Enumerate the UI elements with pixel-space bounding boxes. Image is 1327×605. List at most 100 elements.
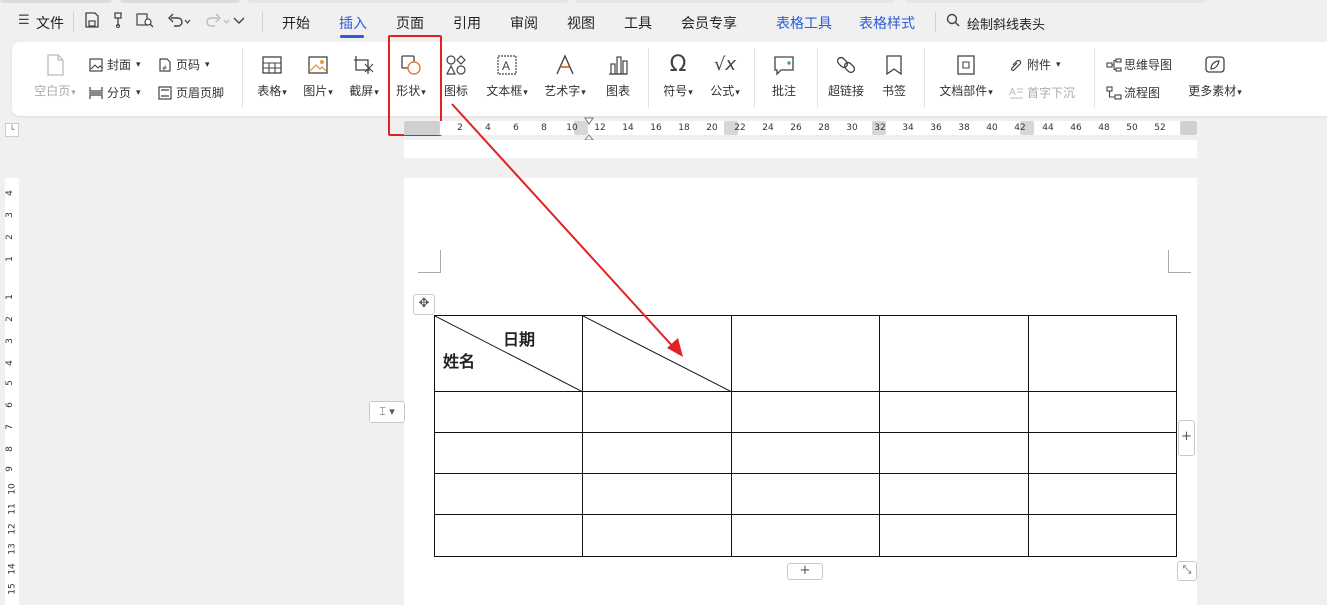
ruler-tick: 9	[4, 466, 15, 472]
ruler-tick: 13	[7, 543, 18, 555]
blank-page-label: 空白页	[34, 84, 71, 98]
table-cell[interactable]	[731, 473, 880, 515]
doc-parts-icon	[954, 54, 978, 76]
print-preview-icon[interactable]	[136, 12, 154, 32]
mindmap-label: 思维导图	[1124, 58, 1173, 72]
ruler-tick: 16	[650, 123, 662, 133]
header-name-label: 姓名	[443, 352, 476, 371]
table-cell[interactable]	[434, 514, 583, 557]
table-cell[interactable]	[434, 432, 583, 474]
ruler-tick: 6	[4, 402, 15, 408]
table-cell[interactable]	[731, 432, 880, 474]
screenshot-label: 截屏	[349, 84, 374, 98]
table-cell[interactable]	[582, 315, 732, 392]
table-cell[interactable]	[879, 473, 1029, 515]
table-cell[interactable]	[879, 514, 1029, 557]
table-cell[interactable]	[582, 391, 732, 433]
textbox-button[interactable]: A 文本框▾	[482, 54, 532, 99]
table-align-button[interactable]: ⌶ ▾	[369, 401, 405, 423]
table-cell[interactable]	[582, 514, 732, 557]
drop-cap-button: A 首字下沉	[1009, 84, 1075, 101]
add-column-button[interactable]: +	[1178, 420, 1195, 456]
header-footer-button[interactable]: 页眉页脚	[158, 84, 224, 101]
tab-member[interactable]: 会员专享	[681, 13, 737, 33]
mindmap-icon	[1106, 57, 1122, 72]
table-cell[interactable]	[879, 432, 1029, 474]
more-assets-button[interactable]: 更多素材▾	[1184, 54, 1246, 99]
table-cell[interactable]	[582, 473, 732, 515]
ruler-tick: 5	[4, 380, 15, 386]
ruler-toggle-icon[interactable]: └	[5, 123, 19, 137]
ruler-tick: 48	[1098, 123, 1110, 133]
table-resize-handle-icon[interactable]: ⤡	[1177, 561, 1197, 581]
ruler-tick: 42	[1014, 123, 1026, 133]
menu-file[interactable]: 文件	[36, 13, 64, 33]
table-cell[interactable]	[879, 315, 1029, 392]
add-row-button[interactable]: +	[787, 563, 823, 580]
icon-button[interactable]: 图标	[440, 54, 472, 99]
table-move-handle-icon[interactable]: ✥	[413, 294, 435, 315]
screenshot-button[interactable]: 截屏▾	[343, 54, 385, 99]
table-row	[434, 391, 1177, 433]
tab-insert[interactable]: 插入	[339, 13, 367, 33]
page-break-button[interactable]: 分页 ▾	[89, 84, 141, 101]
tab-tools[interactable]: 工具	[624, 13, 652, 33]
tab-table-style[interactable]: 表格样式	[859, 13, 915, 33]
ruler-tick: 10	[7, 483, 18, 495]
table-cell[interactable]	[1028, 315, 1177, 392]
ruler-tick: 1	[4, 256, 15, 262]
icons-gallery-icon	[444, 54, 468, 76]
tab-table-tools[interactable]: 表格工具	[776, 13, 832, 33]
cover-label: 封面	[107, 58, 132, 72]
tab-references[interactable]: 引用	[453, 13, 481, 33]
symbol-button[interactable]: Ω 符号▾	[657, 54, 699, 99]
table-cell[interactable]	[434, 391, 583, 433]
save-icon[interactable]	[85, 12, 99, 32]
doc-parts-button[interactable]: 文档部件▾	[934, 54, 998, 99]
header-date-label: 日期	[503, 330, 536, 349]
table-cell[interactable]	[1028, 432, 1177, 474]
chart-button[interactable]: 图表	[602, 54, 634, 99]
comment-button[interactable]: 批注	[768, 54, 800, 99]
bookmark-button[interactable]: 书签	[878, 54, 910, 99]
format-painter-icon[interactable]	[111, 12, 125, 32]
chevron-down-icon[interactable]	[233, 12, 245, 32]
flowchart-icon	[1106, 85, 1122, 100]
hyperlink-button[interactable]: 超链接	[826, 54, 866, 99]
table-cell[interactable]	[879, 391, 1029, 433]
table-cell[interactable]	[1028, 514, 1177, 557]
tab-home[interactable]: 开始	[282, 13, 310, 33]
formula-button[interactable]: √x 公式▾	[704, 54, 746, 99]
mindmap-button[interactable]: 思维导图	[1106, 56, 1172, 73]
page-number-button[interactable]: # 页码 ▾	[158, 56, 210, 73]
table-cell[interactable]	[582, 432, 732, 474]
attachment-button[interactable]: 附件 ▾	[1009, 56, 1061, 73]
document-table[interactable]: 日期 姓名	[434, 315, 1177, 557]
table-button[interactable]: 表格▾	[252, 54, 292, 99]
icon-label: 图标	[443, 84, 468, 98]
flowchart-button[interactable]: 流程图	[1106, 84, 1160, 101]
table-cell[interactable]	[1028, 391, 1177, 433]
tab-view[interactable]: 视图	[567, 13, 595, 33]
tab-review[interactable]: 审阅	[510, 13, 538, 33]
menu-icon[interactable]: ☰	[18, 13, 30, 28]
svg-text:A: A	[502, 59, 510, 73]
ruler-tick: 11	[7, 503, 18, 515]
tab-page[interactable]: 页面	[396, 13, 424, 33]
ruler-tick: 6	[513, 123, 519, 133]
undo-icon[interactable]	[167, 12, 191, 32]
picture-button[interactable]: 图片▾	[298, 54, 338, 99]
wordart-button[interactable]: 艺术字▾	[540, 54, 590, 99]
table-cell[interactable]	[731, 514, 880, 557]
table-cell[interactable]	[1028, 473, 1177, 515]
ruler-tick: 8	[4, 446, 15, 452]
cover-button[interactable]: 封面 ▾	[89, 56, 141, 73]
ruler-tick: 46	[1070, 123, 1082, 133]
table-cell[interactable]	[731, 391, 880, 433]
chart-label: 图表	[605, 84, 630, 98]
search-box[interactable]: 绘制斜线表头	[967, 14, 1045, 33]
table-cell[interactable]	[434, 473, 583, 515]
search-icon	[946, 13, 960, 31]
table-cell[interactable]	[731, 315, 880, 392]
diagonal-header-cell[interactable]: 日期 姓名	[434, 315, 583, 392]
